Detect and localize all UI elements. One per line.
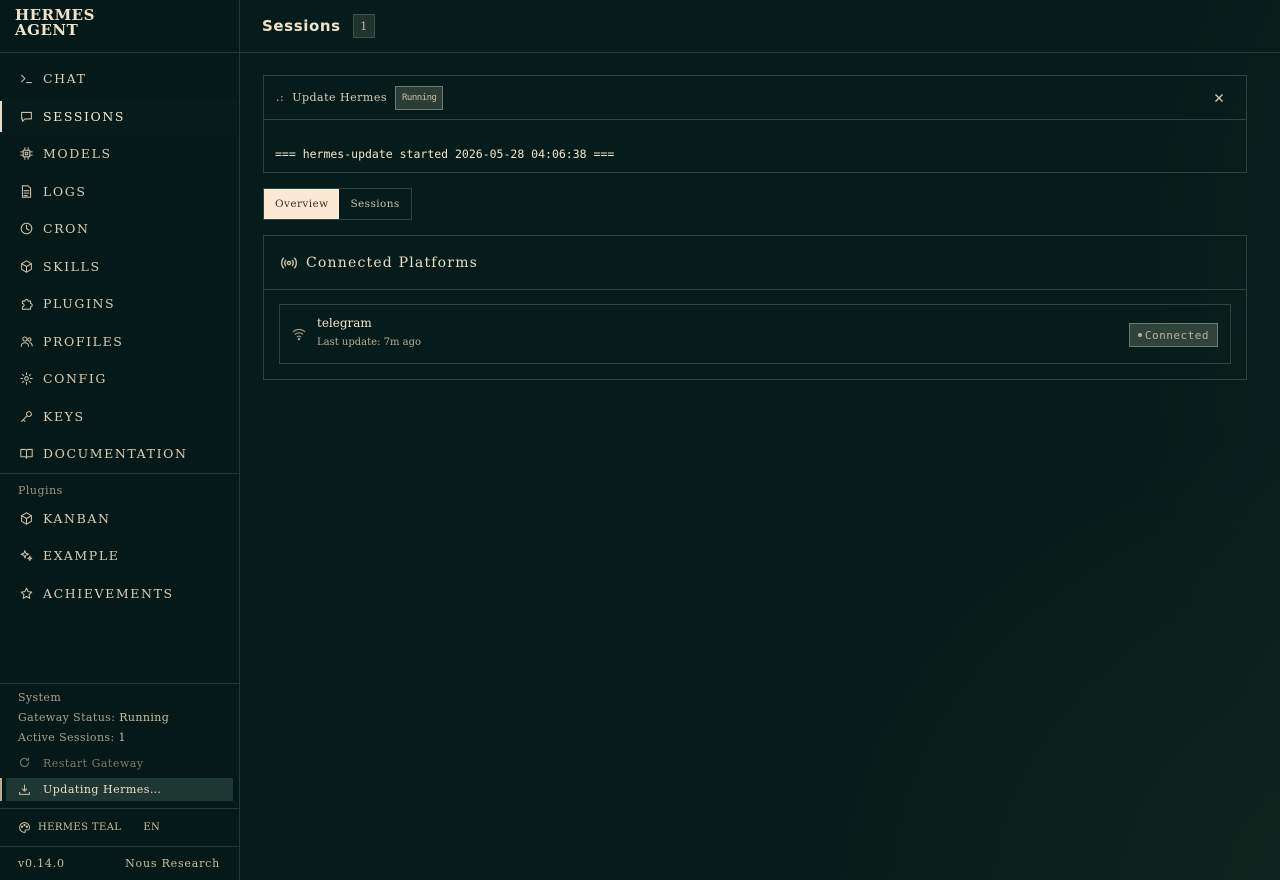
system-title: System [18, 691, 62, 704]
book-icon [18, 446, 34, 462]
sidebar-item-models[interactable]: MODELS [0, 135, 239, 173]
sidebar-item-achievements[interactable]: ACHIEVEMENTS [0, 575, 239, 613]
brand-line-2: AGENT [15, 21, 79, 39]
sidebar-item-label: LOGS [43, 183, 87, 199]
status-badge: Connected [1128, 323, 1218, 347]
broadcast-icon [280, 254, 298, 272]
sidebar-item-label: ACHIEVEMENTS [43, 585, 174, 601]
brand-logo[interactable]: HERMES AGENT [0, 0, 239, 53]
download-icon [18, 783, 32, 797]
sidebar-item-label: MODELS [43, 146, 112, 162]
cpu-icon [18, 146, 34, 162]
platform-name: telegram [317, 316, 372, 330]
update-panel-header: .: Update Hermes Running [264, 76, 1246, 120]
sidebar-item-logs[interactable]: LOGS [0, 173, 239, 211]
sidebar-item-profiles[interactable]: PROFILES [0, 323, 239, 361]
update-title: Update Hermes [292, 91, 387, 104]
active-sessions-label: Active Sessions: [18, 731, 115, 744]
terminal-icon [18, 71, 34, 87]
version-label: v0.14.0 [18, 857, 65, 870]
sidebar: HERMES AGENT CHAT SESSIONS MODELS LOGS CRON S… [0, 0, 240, 880]
file-text-icon [18, 183, 34, 199]
theme-row: HERMES TEAL EN [0, 808, 239, 846]
platform-last-update: Last update: 7m ago [317, 337, 422, 348]
restart-gateway-button[interactable]: Restart Gateway [0, 752, 239, 774]
sidebar-item-keys[interactable]: KEYS [0, 398, 239, 436]
sidebar-item-label: EXAMPLE [43, 548, 120, 564]
sidebar-item-cron[interactable]: CRON [0, 210, 239, 248]
connected-platforms-title: Connected Platforms [306, 254, 479, 271]
dots-icon: .: [276, 91, 285, 104]
status-dot-icon [1137, 333, 1142, 337]
sparkles-icon [18, 548, 34, 564]
close-icon[interactable] [1212, 90, 1226, 104]
sidebar-item-label: KANBAN [43, 510, 111, 526]
plugins-section-title: Plugins [18, 483, 63, 497]
gateway-status-value: Running [119, 711, 170, 724]
status-badge: Running [395, 85, 444, 110]
sidebar-item-label: PLUGINS [43, 296, 116, 312]
wifi-icon [291, 326, 307, 342]
version-row: v0.14.0 Nous Research [0, 846, 239, 880]
users-icon [18, 333, 34, 349]
package-icon [18, 258, 34, 274]
gateway-status: Gateway Status: Running [18, 711, 239, 731]
sidebar-item-label: PROFILES [43, 333, 124, 349]
puzzle-icon [18, 296, 34, 312]
connected-platforms-panel: Connected Platforms telegram Last update… [263, 235, 1247, 380]
sidebar-item-label: CONFIG [43, 371, 107, 387]
updating-hermes-label: Updating Hermes… [43, 783, 162, 796]
company-link[interactable]: Nous Research [125, 857, 220, 870]
tab-sessions[interactable]: Sessions [339, 189, 410, 219]
plugins-nav: KANBAN EXAMPLE ACHIEVEMENTS [0, 500, 239, 613]
language-selector[interactable]: EN [143, 822, 160, 833]
sidebar-item-kanban[interactable]: KANBAN [0, 500, 239, 538]
tab-bar: Overview Sessions [263, 188, 412, 220]
sidebar-item-chat[interactable]: CHAT [0, 60, 239, 98]
sidebar-item-label: DOCUMENTATION [43, 446, 188, 462]
page-title: Sessions [262, 17, 341, 35]
gear-icon [18, 371, 34, 387]
updating-hermes-button[interactable]: Updating Hermes… [0, 778, 233, 801]
restart-gateway-label: Restart Gateway [43, 756, 144, 770]
palette-icon [18, 821, 32, 835]
active-sessions: Active Sessions: 1 [18, 731, 239, 751]
theme-selector[interactable]: HERMES TEAL [38, 822, 121, 833]
page-header: Sessions 1 [240, 0, 1280, 53]
platform-card[interactable]: telegram Last update: 7m ago Connected [279, 304, 1231, 364]
sidebar-item-example[interactable]: EXAMPLE [0, 537, 239, 575]
update-panel: .: Update Hermes Running === hermes-upda… [263, 75, 1247, 173]
clock-icon [18, 221, 34, 237]
key-icon [18, 408, 34, 424]
system-panel: System Gateway Status: Running Active Se… [0, 683, 239, 751]
connected-status-label: Connected [1144, 328, 1209, 342]
sidebar-item-label: CHAT [43, 71, 87, 87]
package-icon [18, 510, 34, 526]
tab-overview[interactable]: Overview [264, 189, 340, 219]
connected-platforms-header: Connected Platforms [264, 236, 1246, 290]
gateway-status-label: Gateway Status: [18, 711, 116, 724]
sidebar-item-label: KEYS [43, 408, 85, 424]
refresh-icon [18, 756, 32, 770]
sidebar-item-skills[interactable]: SKILLS [0, 248, 239, 286]
sidebar-item-label: CRON [43, 221, 90, 237]
update-log-line: === hermes-update started 2026-05-28 04:… [275, 147, 615, 161]
sidebar-item-label: SKILLS [43, 258, 101, 274]
chat-bubble-icon [18, 108, 34, 124]
sidebar-item-config[interactable]: CONFIG [0, 360, 239, 398]
star-icon [18, 585, 34, 601]
sidebar-item-label: SESSIONS [43, 108, 126, 124]
session-count-badge: 1 [352, 14, 375, 38]
main-nav: CHAT SESSIONS MODELS LOGS CRON SKILLS PLUGINS P… [0, 53, 239, 473]
sidebar-item-sessions[interactable]: SESSIONS [0, 98, 239, 136]
sidebar-item-documentation[interactable]: DOCUMENTATION [0, 435, 239, 473]
sidebar-item-plugins[interactable]: PLUGINS [0, 285, 239, 323]
active-sessions-value: 1 [118, 731, 126, 744]
